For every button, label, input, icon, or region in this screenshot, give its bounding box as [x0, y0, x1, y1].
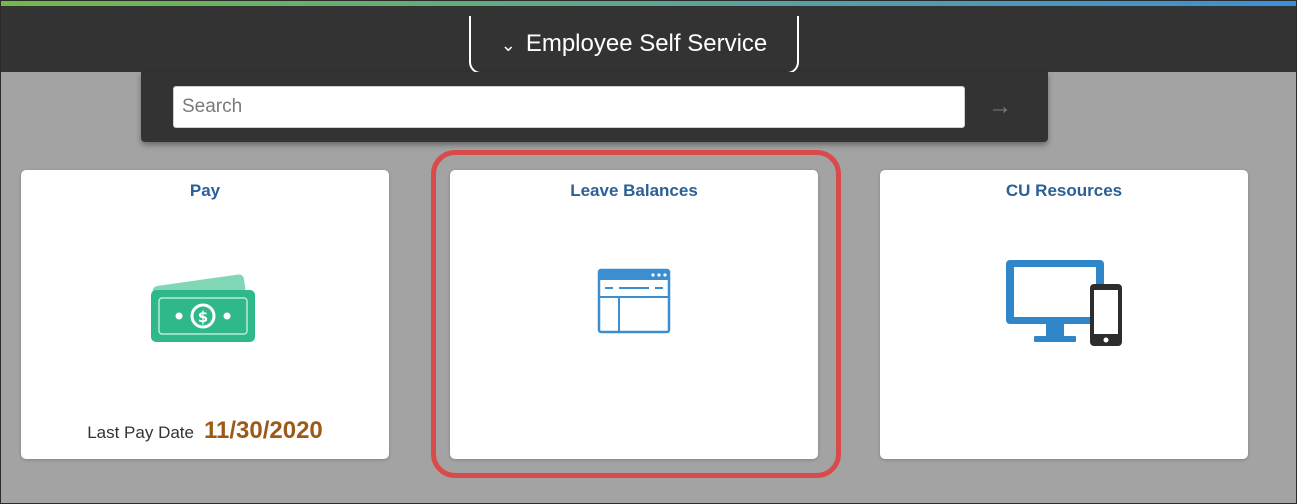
last-pay-date: Last Pay Date 11/30/2020	[21, 417, 389, 445]
top-header-bar: ⌄ Employee Self Service	[0, 6, 1297, 74]
tile-leave-balances-title: Leave Balances	[570, 181, 698, 200]
tile-cu-resources[interactable]: CU Resources	[880, 170, 1248, 459]
tile-leave-balances[interactable]: Leave Balances	[450, 170, 818, 459]
search-arrow-icon[interactable]: →	[983, 88, 1017, 126]
tile-cu-resources-title: CU Resources	[1005, 181, 1123, 200]
search-panel: →	[141, 72, 1048, 142]
svg-text:$: $	[198, 308, 208, 326]
search-input[interactable]	[173, 86, 965, 128]
last-pay-date-label: Last Pay Date	[87, 423, 194, 442]
last-pay-date-value: 11/30/2020	[203, 417, 323, 444]
homepage-title: Employee Self Service	[525, 30, 768, 57]
homepage-selector-button[interactable]: ⌄ Employee Self Service	[469, 16, 799, 74]
tile-pay-title: Pay	[189, 181, 221, 200]
browser-window-icon	[597, 268, 671, 334]
cash-icon: $	[151, 274, 255, 342]
tile-pay[interactable]: Pay $ Last Pay Date 11/30/2020	[21, 170, 389, 459]
chevron-down-icon: ⌄	[500, 35, 516, 55]
desktop-phone-icon	[1006, 260, 1122, 346]
